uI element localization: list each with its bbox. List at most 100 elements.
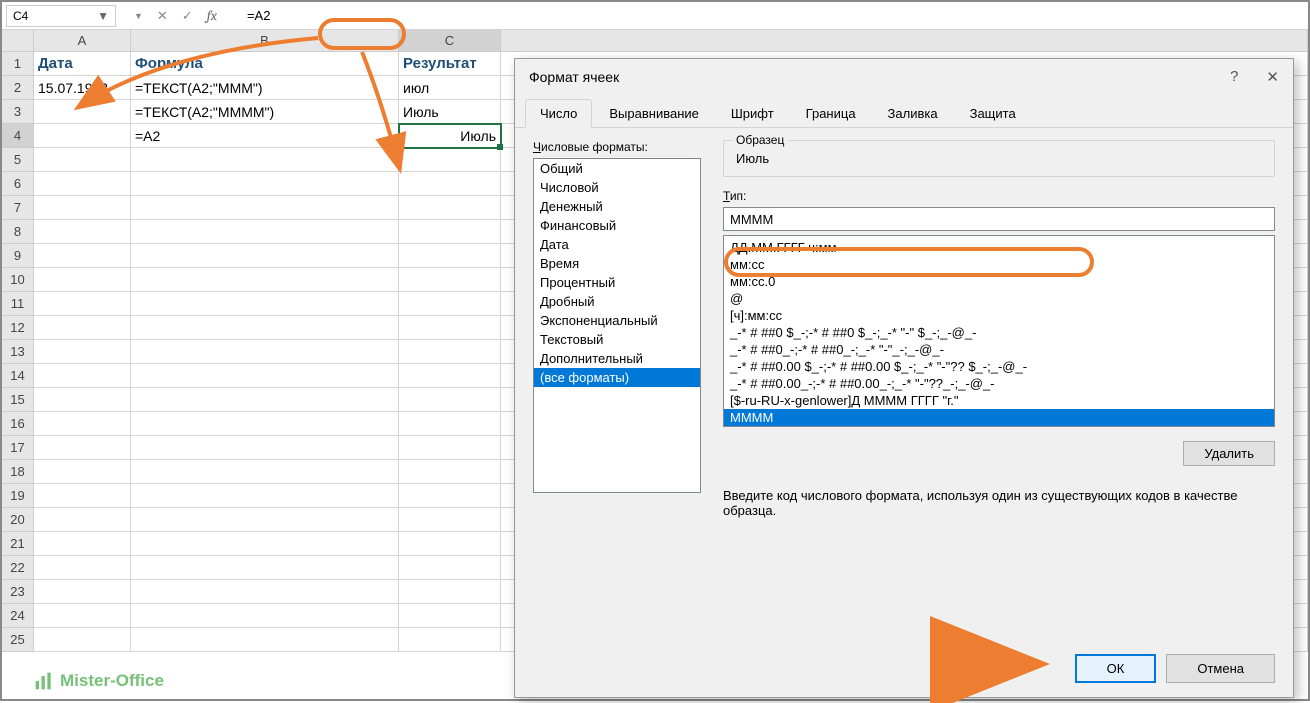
cell-C2[interactable]: июл <box>399 76 501 100</box>
row-header[interactable]: 5 <box>2 148 34 172</box>
cell-A12[interactable] <box>34 316 131 340</box>
row-header[interactable]: 13 <box>2 340 34 364</box>
cell-A10[interactable] <box>34 268 131 292</box>
row-header[interactable]: 15 <box>2 388 34 412</box>
tab-Заливка[interactable]: Заливка <box>873 99 953 127</box>
format-list[interactable]: ч:мм:ссДД.ММ.ГГГГ ч:мммм:ссмм:сс.0@[ч]:м… <box>723 235 1275 427</box>
cell-A5[interactable] <box>34 148 131 172</box>
cell-B7[interactable] <box>131 196 399 220</box>
category-item[interactable]: Финансовый <box>534 216 700 235</box>
row-header[interactable]: 2 <box>2 76 34 100</box>
cell-A11[interactable] <box>34 292 131 316</box>
close-icon[interactable]: ✕ <box>1266 68 1279 86</box>
dropdown-icon[interactable]: ▼ <box>97 9 109 23</box>
row-header[interactable]: 10 <box>2 268 34 292</box>
cell-A13[interactable] <box>34 340 131 364</box>
cell-C20[interactable] <box>399 508 501 532</box>
row-header[interactable]: 7 <box>2 196 34 220</box>
cell-B12[interactable] <box>131 316 399 340</box>
format-item[interactable]: _-* # ##0 $_-;-* # ##0 $_-;_-* "-" $_-;_… <box>724 324 1274 341</box>
cell-C8[interactable] <box>399 220 501 244</box>
fx-icon[interactable]: fx <box>207 7 217 24</box>
cell-C14[interactable] <box>399 364 501 388</box>
cell-C22[interactable] <box>399 556 501 580</box>
cell-C7[interactable] <box>399 196 501 220</box>
name-box[interactable]: C4 ▼ <box>6 5 116 27</box>
format-item[interactable]: [ч]:мм:сс <box>724 307 1274 324</box>
row-header[interactable]: 12 <box>2 316 34 340</box>
category-item[interactable]: Денежный <box>534 197 700 216</box>
ok-button[interactable]: ОК <box>1075 654 1157 683</box>
column-header-C[interactable]: C <box>399 30 501 52</box>
category-item[interactable]: Текстовый <box>534 330 700 349</box>
tab-Защита[interactable]: Защита <box>955 99 1031 127</box>
row-header[interactable]: 9 <box>2 244 34 268</box>
cell-B11[interactable] <box>131 292 399 316</box>
category-item[interactable]: (все форматы) <box>534 368 700 387</box>
category-list[interactable]: ОбщийЧисловойДенежныйФинансовыйДатаВремя… <box>533 158 701 493</box>
cell-C10[interactable] <box>399 268 501 292</box>
cell-A24[interactable] <box>34 604 131 628</box>
format-item[interactable]: ММММ <box>724 409 1274 426</box>
cell-C18[interactable] <box>399 460 501 484</box>
cell-B17[interactable] <box>131 436 399 460</box>
cell-A7[interactable] <box>34 196 131 220</box>
cell-C6[interactable] <box>399 172 501 196</box>
column-header[interactable] <box>501 30 1308 52</box>
cell-C3[interactable]: Июль <box>399 100 501 124</box>
category-item[interactable]: Дробный <box>534 292 700 311</box>
cell-B22[interactable] <box>131 556 399 580</box>
format-item[interactable]: [$-ru-RU-x-genlower]Д ММММ ГГГГ "г." <box>724 392 1274 409</box>
cell-C16[interactable] <box>399 412 501 436</box>
column-header-A[interactable]: A <box>34 30 131 52</box>
format-item[interactable]: мм:сс.0 <box>724 273 1274 290</box>
row-header[interactable]: 3 <box>2 100 34 124</box>
cell-B15[interactable] <box>131 388 399 412</box>
cell-A4[interactable] <box>34 124 131 148</box>
cell-C1[interactable]: Результат <box>399 52 501 76</box>
tab-Выравнивание[interactable]: Выравнивание <box>594 99 713 127</box>
category-item[interactable]: Числовой <box>534 178 700 197</box>
cell-A1[interactable]: Дата <box>34 52 131 76</box>
row-header[interactable]: 22 <box>2 556 34 580</box>
delete-button[interactable]: Удалить <box>1183 441 1275 466</box>
format-item[interactable]: ДД.ММ.ГГГГ ч:мм <box>724 239 1274 256</box>
cell-B4[interactable]: =A2 <box>131 124 399 148</box>
tab-Число[interactable]: Число <box>525 99 592 128</box>
cell-C19[interactable] <box>399 484 501 508</box>
cell-B20[interactable] <box>131 508 399 532</box>
help-icon[interactable]: ? <box>1230 68 1238 86</box>
format-item[interactable]: мм:сс <box>724 256 1274 273</box>
cell-B6[interactable] <box>131 172 399 196</box>
row-header[interactable]: 25 <box>2 628 34 652</box>
format-item[interactable]: _-* # ##0.00_-;-* # ##0.00_-;_-* "-"??_-… <box>724 375 1274 392</box>
cell-A6[interactable] <box>34 172 131 196</box>
select-all-corner[interactable] <box>2 30 34 52</box>
format-item[interactable]: @ <box>724 290 1274 307</box>
cell-A3[interactable] <box>34 100 131 124</box>
tab-Шрифт[interactable]: Шрифт <box>716 99 789 127</box>
cell-B10[interactable] <box>131 268 399 292</box>
cell-C23[interactable] <box>399 580 501 604</box>
cell-A2[interactable]: 15.07.1992 <box>34 76 131 100</box>
row-header[interactable]: 19 <box>2 484 34 508</box>
cell-A22[interactable] <box>34 556 131 580</box>
row-header[interactable]: 18 <box>2 460 34 484</box>
row-header[interactable]: 6 <box>2 172 34 196</box>
cell-C21[interactable] <box>399 532 501 556</box>
cell-A14[interactable] <box>34 364 131 388</box>
format-item[interactable]: _-* # ##0_-;-* # ##0_-;_-* "-"_-;_-@_- <box>724 341 1274 358</box>
category-item[interactable]: Общий <box>534 159 700 178</box>
category-item[interactable]: Экспоненциальный <box>534 311 700 330</box>
row-header[interactable]: 21 <box>2 532 34 556</box>
accept-icon[interactable]: ✓ <box>182 8 193 24</box>
row-header[interactable]: 14 <box>2 364 34 388</box>
cell-A18[interactable] <box>34 460 131 484</box>
cell-B9[interactable] <box>131 244 399 268</box>
cell-C9[interactable] <box>399 244 501 268</box>
cell-C13[interactable] <box>399 340 501 364</box>
row-header[interactable]: 24 <box>2 604 34 628</box>
cell-B8[interactable] <box>131 220 399 244</box>
format-item[interactable]: _-* # ##0.00 $_-;-* # ##0.00 $_-;_-* "-"… <box>724 358 1274 375</box>
cell-A9[interactable] <box>34 244 131 268</box>
